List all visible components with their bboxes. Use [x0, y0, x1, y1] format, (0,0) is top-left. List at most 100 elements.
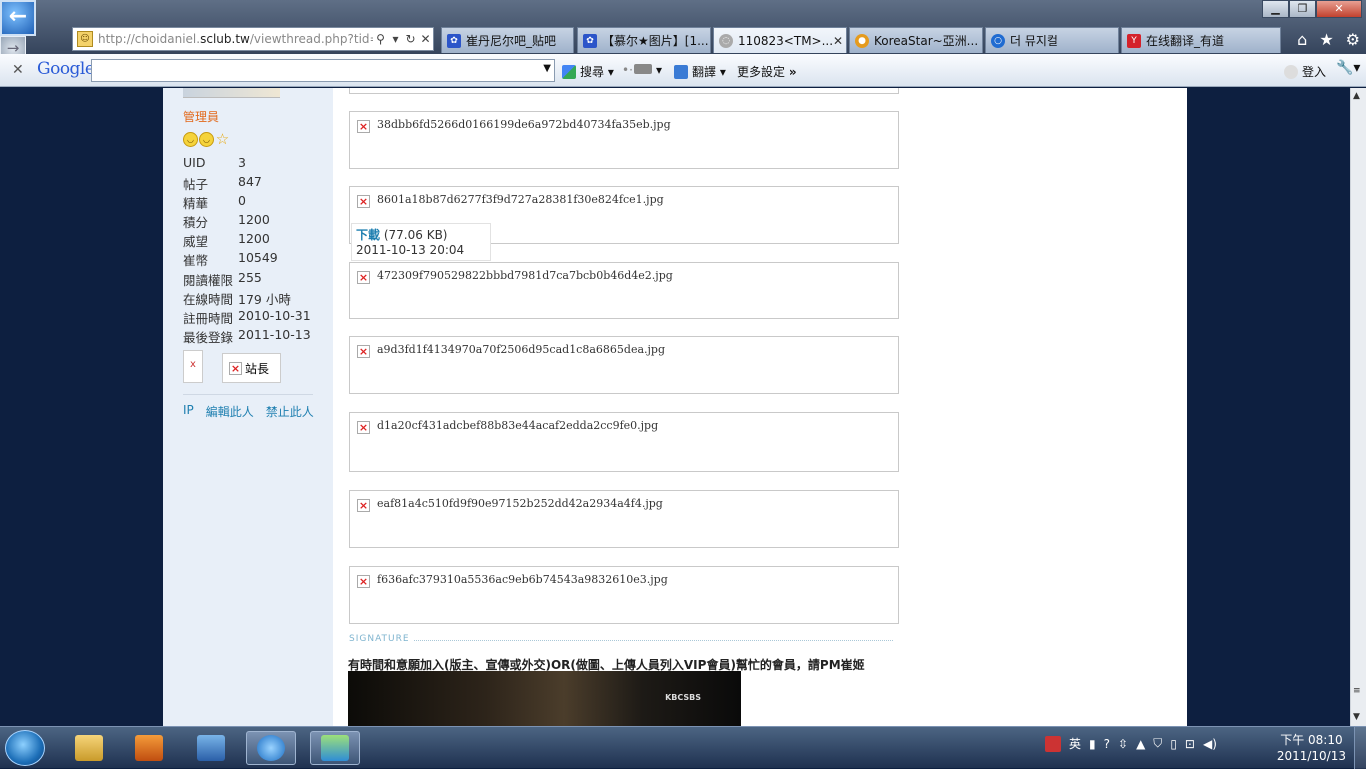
broken-image-icon: ×: [357, 575, 370, 588]
attachment-image[interactable]: × eaf81a4c510fd9f90e97152b252dd42a2934a4f…: [349, 490, 899, 548]
refresh-icon[interactable]: ↻: [403, 32, 418, 46]
toolbar-separator: •·: [622, 63, 633, 77]
translate-button[interactable]: 翻譯 ▾: [674, 63, 726, 80]
close-toolbar-icon[interactable]: ✕: [12, 62, 24, 78]
more-settings-button[interactable]: 更多設定 »: [737, 63, 797, 80]
tab-1[interactable]: ✿ 崔丹尼尔吧_贴吧: [441, 27, 574, 53]
show-hidden-icons-icon[interactable]: ▲: [1136, 737, 1145, 751]
user-role: 管理員: [183, 110, 220, 124]
folder-icon: [75, 735, 103, 761]
upload-date: 2011-10-13 20:04: [356, 243, 465, 257]
stat-prestige: 威望 1200: [183, 231, 270, 249]
user-icon: [1284, 65, 1298, 79]
dropdown-arrow-icon[interactable]: ▾: [388, 32, 403, 46]
internet-explorer-icon: [257, 735, 285, 761]
edit-user-link[interactable]: 編輯此人: [206, 403, 254, 420]
baidu-icon: ✿: [583, 33, 597, 48]
tab-5[interactable]: ○ 더 뮤지컬: [985, 27, 1119, 53]
address-bar[interactable]: ☺ http://choidaniel.sclub.tw/viewthread.…: [72, 27, 434, 51]
home-icon[interactable]: ⌂: [1297, 30, 1307, 49]
messenger-taskbar-button[interactable]: [310, 731, 360, 765]
youdao-icon: Y: [1127, 33, 1141, 48]
battery-icon[interactable]: ▯: [1170, 737, 1177, 751]
musical-icon: ○: [991, 33, 1005, 48]
paint-icon: [197, 735, 225, 761]
minimize-button[interactable]: ▁: [1262, 0, 1289, 18]
medal-broken-image-icon: x: [183, 350, 203, 383]
broken-image-icon: ×: [357, 421, 370, 434]
stat-credits: 積分 1200: [183, 212, 270, 230]
close-tab-icon[interactable]: ✕: [833, 34, 843, 48]
keyboard-icon: [634, 64, 652, 74]
ime-options-icon[interactable]: ⇳: [1118, 737, 1128, 751]
tab-6[interactable]: Y 在线翻译_有道: [1121, 27, 1281, 53]
address-url[interactable]: http://choidaniel.sclub.tw/viewthread.ph…: [98, 32, 373, 46]
post-content: [333, 88, 1187, 726]
ip-link[interactable]: IP: [183, 403, 194, 420]
help-icon[interactable]: ?: [1104, 737, 1110, 751]
smiley-icon: ◡: [199, 132, 214, 147]
attachment-image[interactable]: × d1a20cf431adcbef88b83e44acaf2edda2cc9fe…: [349, 412, 899, 472]
scroll-grip-icon[interactable]: ≡: [1353, 686, 1361, 696]
baidu-icon: ✿: [447, 33, 461, 48]
admin-links: IP 編輯此人 禁止此人: [183, 403, 314, 420]
volume-icon[interactable]: ◀): [1203, 737, 1217, 751]
scroll-up-icon[interactable]: ▲: [1353, 91, 1360, 101]
window-controls: ▁ ❐ ✕: [1262, 0, 1362, 18]
media-player-taskbar-button[interactable]: [124, 731, 174, 765]
tab-3-active[interactable]: ◌ 110823<TM>... ✕: [713, 27, 847, 53]
dropdown-arrow-icon[interactable]: ▼: [543, 63, 551, 74]
attachment-image[interactable]: × f636afc379310a5536ac9eb6b74543a9832610e…: [349, 566, 899, 624]
file-size: (77.06 KB): [383, 228, 448, 242]
vertical-scrollbar[interactable]: ▲ ≡ ▼: [1350, 88, 1366, 726]
attachment-image[interactable]: × 472309f790529822bbbd7981d7ca7bcb0b46d4e…: [349, 262, 899, 319]
attachment-image[interactable]: × 38dbb6fd5266d0166199de6a972bd40734fa35e…: [349, 111, 899, 169]
download-link[interactable]: 下載: [356, 228, 380, 242]
broken-image-icon: ×: [357, 499, 370, 512]
ime-toolbar-icon[interactable]: ▮: [1089, 737, 1096, 751]
maximize-button[interactable]: ❐: [1289, 0, 1316, 18]
show-desktop-button[interactable]: [1354, 727, 1366, 769]
attachment-image[interactable]: × a9d3fd1f4134970a70f2506d95cad1c8a6865de…: [349, 336, 899, 394]
avatar[interactable]: [183, 88, 280, 98]
translate-icon: [674, 65, 688, 79]
tools-gear-icon[interactable]: ⚙: [1346, 30, 1360, 49]
broken-image-icon: ×: [357, 271, 370, 284]
ime-mode-icon[interactable]: [1045, 735, 1061, 752]
back-button[interactable]: ←: [0, 0, 36, 36]
sign-in-button[interactable]: 登入: [1284, 63, 1326, 80]
paint-taskbar-button[interactable]: [186, 731, 236, 765]
search-button[interactable]: 搜尋 ▾: [562, 63, 614, 80]
tab-4[interactable]: ● KoreaStar~亞洲...: [849, 27, 983, 53]
google-g-icon: [562, 65, 576, 79]
security-icon[interactable]: ⛉: [1153, 736, 1162, 751]
stop-icon[interactable]: ✕: [418, 32, 433, 46]
smiley-icon: ◡: [183, 132, 198, 147]
star-icon: ☆: [215, 130, 230, 148]
favorites-star-icon[interactable]: ★: [1319, 30, 1333, 49]
wrench-icon[interactable]: 🔧▾: [1336, 60, 1360, 76]
ie-taskbar-button[interactable]: [246, 731, 296, 765]
search-icon[interactable]: ⚲: [373, 32, 388, 46]
browser-title-bar: ▁ ❐ ✕ ← → ☺ http://choidaniel.sclub.tw/v…: [0, 0, 1366, 62]
back-arrow-icon: ←: [8, 4, 28, 29]
scroll-down-icon[interactable]: ▼: [1353, 712, 1360, 722]
clock[interactable]: 下午 08:10 2011/10/13: [1277, 732, 1346, 764]
keyboard-button[interactable]: ▾: [634, 63, 662, 77]
google-toolbar: ✕ Google ▼ 搜尋 ▾ •· ▾ 翻譯 ▾ 更多設定 » 登入 🔧▾: [0, 54, 1366, 87]
ban-user-link[interactable]: 禁止此人: [266, 403, 314, 420]
stat-digest: 精華 0: [183, 193, 246, 211]
user-title-badge: × 站長: [222, 353, 281, 383]
ime-language[interactable]: 英: [1069, 735, 1081, 752]
loading-icon: ◌: [719, 33, 733, 48]
windows-taskbar: 英 ▮ ? ⇳ ▲ ⛉ ▯ ⊡ ◀) 下午 08:10 2011/10/13: [0, 726, 1366, 769]
start-button[interactable]: [5, 730, 45, 766]
tab-2[interactable]: ✿ 【慕尔★图片】[1...: [577, 27, 711, 53]
close-button[interactable]: ✕: [1316, 0, 1362, 18]
broken-image-icon: ×: [229, 361, 242, 375]
explorer-taskbar-button[interactable]: [64, 731, 114, 765]
google-search-input[interactable]: ▼: [91, 59, 555, 82]
network-icon[interactable]: ⊡: [1185, 737, 1195, 751]
stat-coins: 崔幣 10549: [183, 250, 278, 268]
broken-image-icon: ×: [357, 195, 370, 208]
